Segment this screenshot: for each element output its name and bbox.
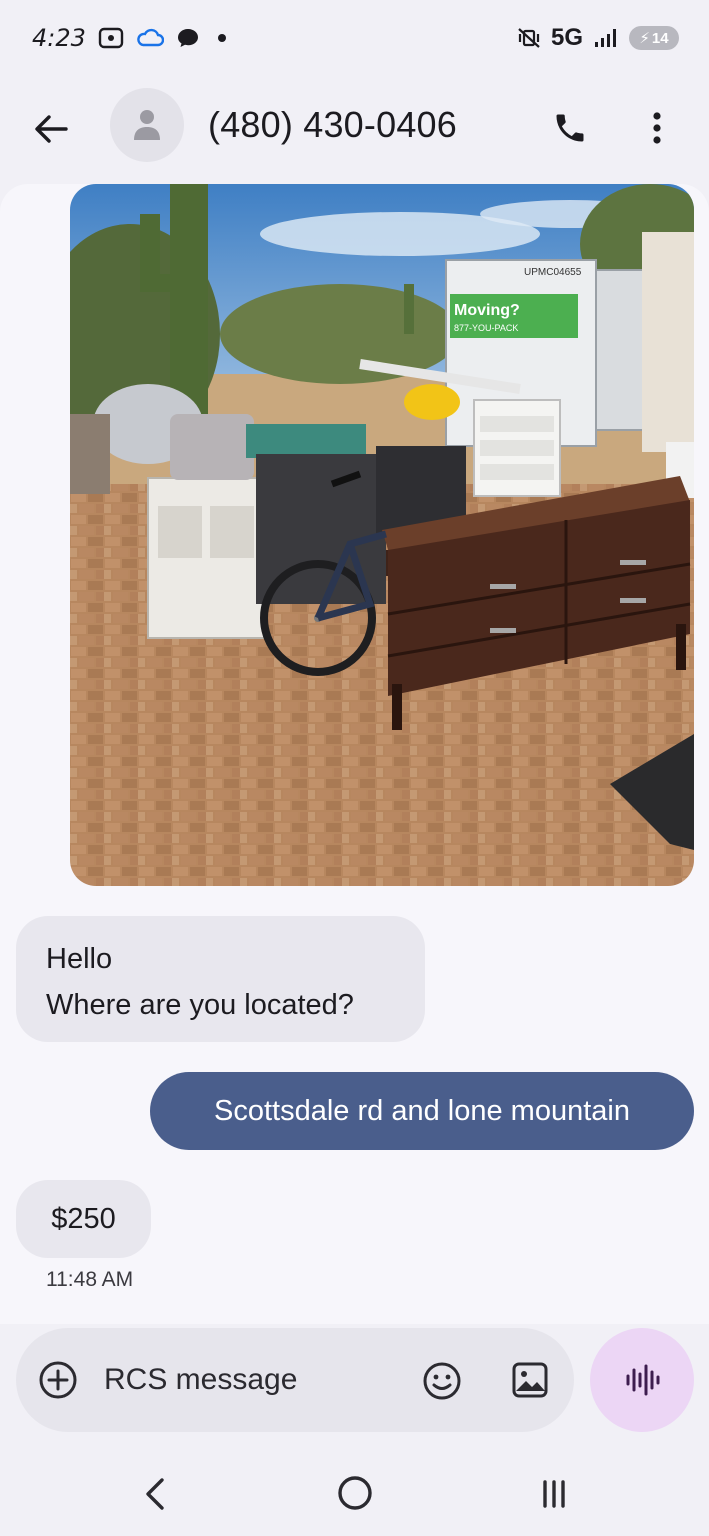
notification-dot-icon [217, 34, 226, 42]
person-icon [134, 110, 160, 140]
compose-bar [16, 1328, 574, 1432]
system-navigation-bar [0, 1452, 709, 1536]
contact-name[interactable]: (480) 430-0406 [208, 104, 457, 146]
network-label: 5G [550, 24, 583, 51]
call-button[interactable] [548, 106, 592, 150]
message-text-line: Hello [46, 943, 113, 975]
cloud-icon [137, 28, 164, 47]
more-vertical-icon [653, 112, 661, 144]
incoming-message-bubble[interactable]: $250 [16, 1180, 151, 1258]
voice-message-icon [626, 1364, 660, 1396]
back-button[interactable] [30, 108, 72, 150]
incoming-message-bubble[interactable]: Hello Where are you located? [16, 916, 425, 1042]
nav-recents-icon[interactable] [536, 1476, 572, 1512]
nav-home-icon[interactable] [336, 1474, 374, 1512]
container-moving-text: Moving? [454, 302, 520, 319]
message-text: Scottsdale rd and lone mountain [214, 1094, 630, 1127]
signal-icon [595, 29, 616, 47]
voice-message-button[interactable] [590, 1328, 694, 1432]
message-text: $250 [51, 1203, 116, 1235]
plus-circle-icon[interactable] [38, 1360, 78, 1400]
message-input[interactable] [104, 1358, 394, 1402]
phone-icon [556, 114, 584, 142]
more-options-button[interactable] [640, 106, 674, 150]
container-id-text: UPMC04655 [524, 267, 582, 278]
battery-level: 14 [651, 29, 669, 47]
screenshot-icon [98, 27, 124, 49]
battery-icon: ⚡ [639, 30, 650, 47]
arrow-back-icon [35, 115, 68, 143]
photo-yard-sale-image: Moving? 877-YOU-PACK UPMC04655 [70, 184, 694, 886]
nav-back-icon[interactable] [138, 1476, 174, 1512]
message-timestamp: 11:48 AM [46, 1268, 134, 1291]
chat-bubble-icon [177, 29, 198, 47]
status-left: 4:23 [32, 24, 226, 52]
gallery-icon[interactable] [510, 1360, 550, 1400]
message-text-line: Where are you located? [46, 989, 354, 1021]
emoji-icon[interactable] [421, 1360, 463, 1402]
avatar[interactable] [110, 88, 184, 162]
battery-indicator: ⚡ 14 [629, 26, 679, 50]
status-right: 5G ⚡ 14 [517, 24, 679, 52]
status-bar: 4:23 5G ⚡ 14 [0, 0, 709, 76]
vibrate-mute-icon [518, 28, 540, 48]
image-message[interactable]: Moving? 877-YOU-PACK UPMC04655 [70, 184, 694, 886]
container-phone-text: 877-YOU-PACK [454, 323, 518, 333]
outgoing-message-bubble[interactable]: Scottsdale rd and lone mountain [150, 1072, 694, 1150]
status-time: 4:23 [32, 24, 86, 52]
conversation-header: (480) 430-0406 [0, 86, 709, 166]
